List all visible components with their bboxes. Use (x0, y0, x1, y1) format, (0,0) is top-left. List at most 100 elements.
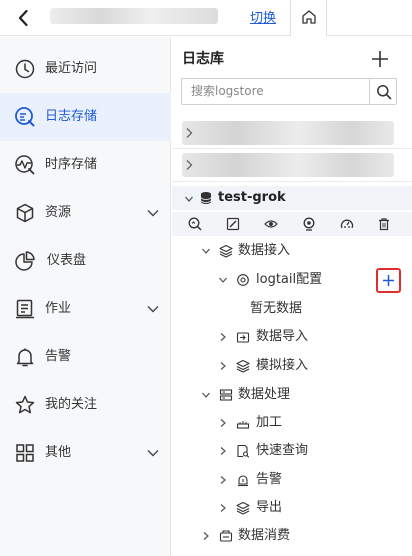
sidebar-item-jobs[interactable]: 作业 (0, 285, 171, 333)
sidebar-item-metric-storage[interactable]: 时序存储 (0, 141, 171, 189)
tree-item-label: 数据导入 (256, 329, 309, 344)
home-icon (302, 10, 316, 24)
bell-icon (16, 348, 34, 367)
chevron-right-icon (220, 504, 226, 512)
sidebar-item-alerts[interactable]: 告警 (0, 333, 171, 381)
tree-item-label: 数据消费 (238, 528, 291, 543)
tree-item-data-import[interactable]: 数据导入 (172, 323, 412, 351)
sidebar-item-recent[interactable]: 最近访问 (0, 45, 171, 93)
tree-item-quick-query[interactable]: 快速查询 (172, 437, 412, 465)
settings-icon (237, 274, 249, 286)
edit-icon[interactable] (226, 217, 240, 231)
grid-icon (16, 444, 34, 462)
chevron-down-icon (147, 450, 159, 457)
sidebar-item-label: 告警 (45, 349, 72, 364)
clock-icon (15, 59, 35, 79)
blurred-project-row[interactable] (182, 121, 394, 145)
blurred-project-title (50, 8, 218, 24)
sidebar-item-label: 我的关注 (45, 397, 98, 412)
alarm-icon (238, 475, 248, 487)
empty-text: 暂无数据 (250, 301, 303, 316)
tree-item-label: 数据接入 (238, 243, 291, 258)
tree-item-label: 模拟接入 (256, 358, 309, 373)
chevron-right-icon (220, 362, 226, 370)
sidebar-item-label: 日志存储 (45, 109, 98, 124)
search-input[interactable]: 搜索logstore (181, 78, 370, 105)
metrics-icon (15, 155, 35, 175)
tree-item-no-data: 暂无数据 (172, 295, 412, 323)
chevron-down-icon (202, 392, 210, 398)
switch-link[interactable]: 切换 (250, 11, 276, 27)
chevron-right-icon (203, 532, 209, 540)
sidebar-item-label: 资源 (45, 205, 72, 220)
chevron-down-icon (219, 277, 227, 283)
add-logstore-button[interactable] (370, 49, 390, 69)
home-button[interactable] (290, 0, 327, 36)
tree-item-data-ingest[interactable]: 数据接入 (172, 237, 412, 265)
logstore-name: test-grok (218, 190, 286, 205)
chevron-down-icon (185, 196, 193, 202)
delete-icon[interactable] (377, 217, 391, 231)
sidebar-item-others[interactable]: 其他 (0, 429, 171, 477)
layers-icon (236, 359, 250, 373)
tree-item-data-consumption[interactable]: 数据消费 (172, 522, 412, 550)
chevron-down-icon (147, 210, 159, 217)
search-button[interactable] (369, 78, 397, 105)
chevron-right-icon (220, 419, 226, 427)
tree-item-label: 数据处理 (238, 387, 291, 402)
tree-item-label: 告警 (256, 472, 283, 487)
logstore-header[interactable]: test-grok (172, 186, 412, 210)
divider (172, 181, 412, 182)
plus-icon (383, 275, 394, 286)
plus-icon (372, 51, 388, 67)
document-search-icon (237, 444, 250, 458)
layers-icon (236, 501, 250, 515)
pie-chart-icon (15, 251, 35, 271)
sidebar-item-label: 作业 (45, 301, 72, 316)
add-logtail-config-button[interactable] (376, 268, 401, 293)
eye-icon[interactable] (264, 217, 278, 231)
tree-item-label: 快速查询 (256, 443, 309, 458)
back-arrow-icon[interactable] (14, 8, 34, 28)
chevron-down-icon (147, 306, 159, 313)
chevron-right-icon (220, 333, 226, 341)
logstore-toolbar (172, 212, 412, 236)
chevron-right-icon (186, 128, 193, 138)
sidebar-item-label: 其他 (45, 445, 72, 460)
divider (172, 148, 412, 149)
sidebar-item-resources[interactable]: 资源 (0, 189, 171, 237)
tree-item-data-processing[interactable]: 数据处理 (172, 381, 412, 409)
chevron-right-icon (220, 476, 226, 484)
chevron-right-icon (186, 160, 193, 170)
query-icon[interactable] (188, 217, 202, 231)
monitor-icon[interactable] (302, 217, 316, 231)
tree-item-label: logtail配置 (256, 272, 323, 287)
sidebar-item-label: 最近访问 (45, 61, 98, 76)
gauge-icon[interactable] (340, 217, 354, 231)
tree-item-label: 加工 (256, 415, 283, 430)
tree-item-simulated-ingest[interactable]: 模拟接入 (172, 352, 412, 380)
import-icon (236, 332, 250, 343)
sidebar-item-favorites[interactable]: 我的关注 (0, 381, 171, 429)
database-icon (200, 192, 212, 204)
tree-item-label: 导出 (256, 500, 283, 515)
sidebar-item-dashboard[interactable]: 仪表盘 (0, 237, 171, 285)
sidebar-item-log-storage[interactable]: 日志存储 (0, 93, 171, 141)
layers-icon (219, 244, 233, 258)
tree-item-alert[interactable]: 告警 (172, 466, 412, 494)
consume-icon (219, 530, 233, 542)
star-icon (15, 395, 35, 414)
sidebar-item-label: 时序存储 (45, 157, 98, 172)
search-icon (377, 85, 392, 100)
tree-item-processing[interactable]: 加工 (172, 409, 412, 437)
chevron-down-icon (202, 248, 210, 254)
blurred-project-row[interactable] (182, 153, 394, 177)
log-search-icon (15, 107, 35, 127)
chevron-right-icon (220, 447, 226, 455)
sidebar-item-label: 仪表盘 (47, 253, 87, 268)
tree-item-export[interactable]: 导出 (172, 494, 412, 522)
server-icon (219, 389, 233, 401)
cube-icon (16, 203, 34, 223)
job-icon (16, 299, 34, 319)
search-placeholder: 搜索logstore (191, 84, 264, 98)
